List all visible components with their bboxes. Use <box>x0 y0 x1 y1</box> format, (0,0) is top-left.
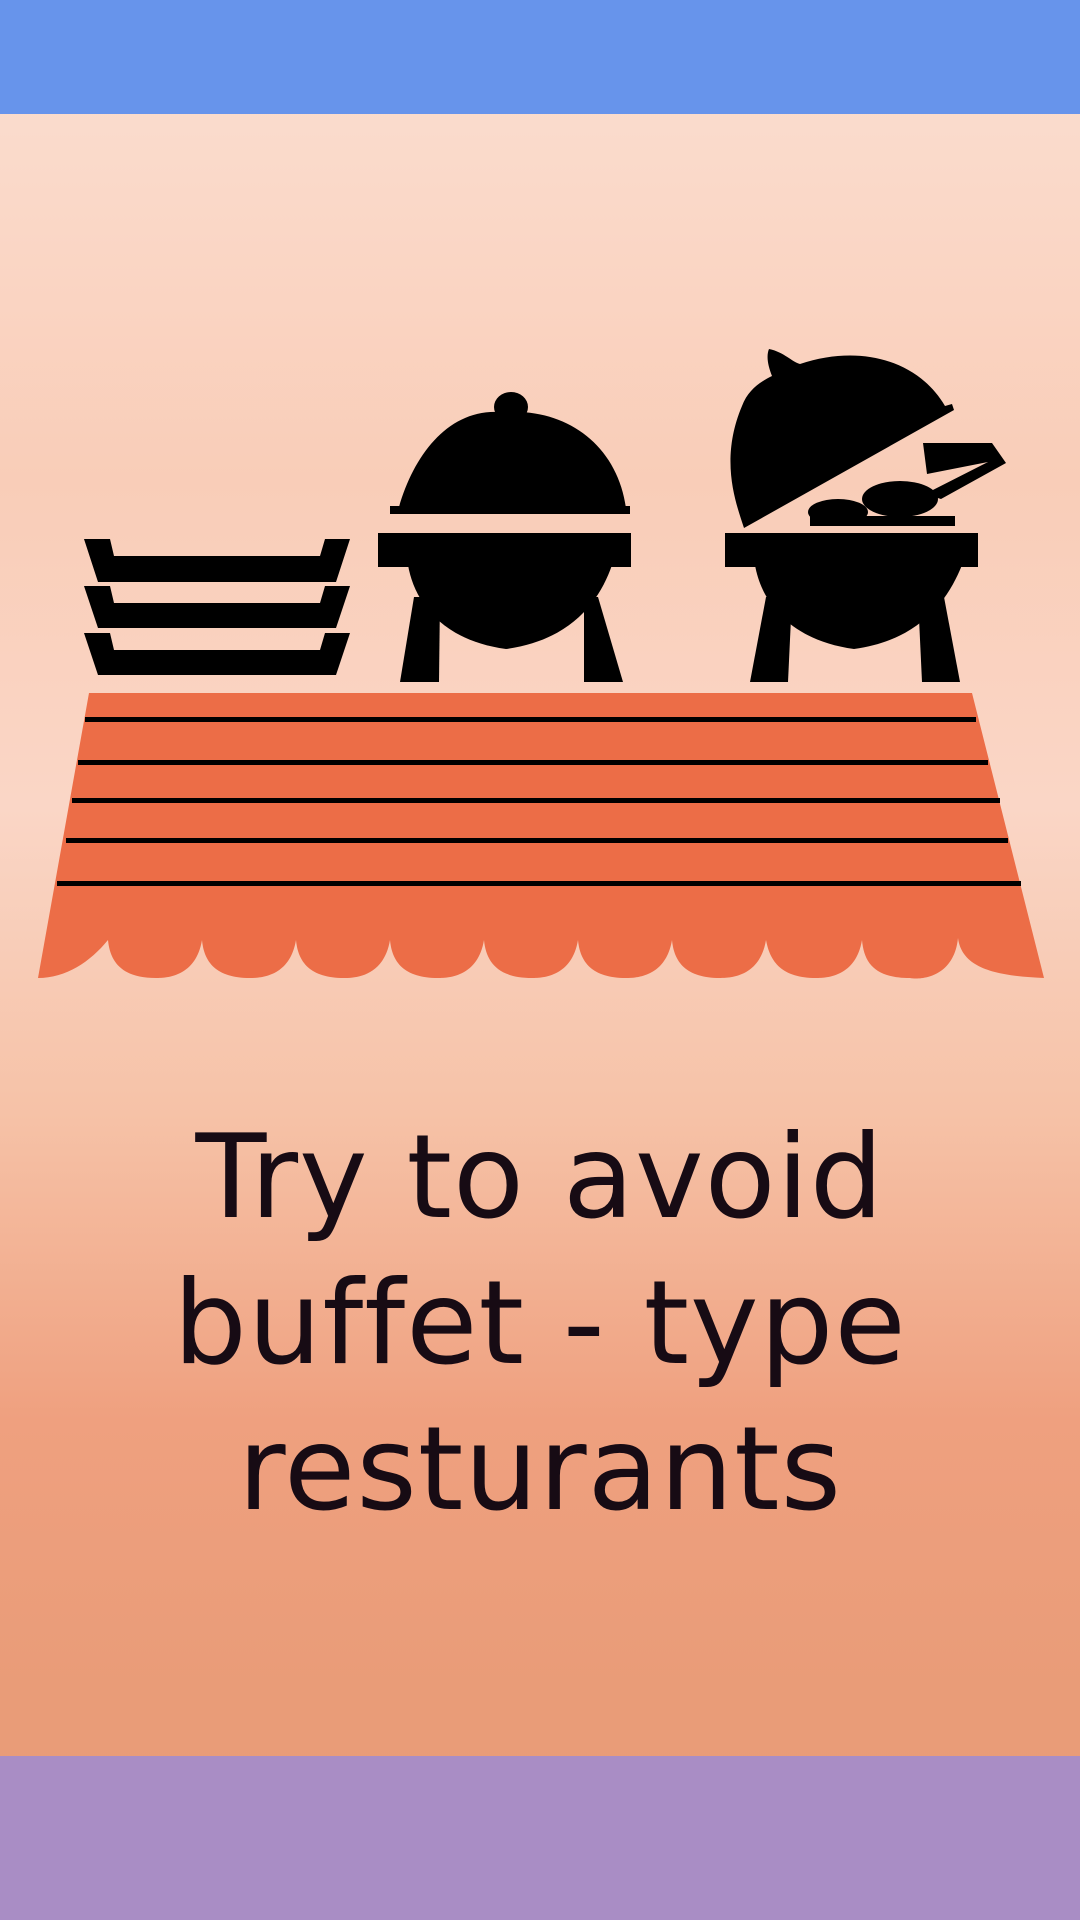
plate-stack-icon <box>84 539 350 675</box>
tip-card: Try to avoid buffet - type resturants <box>0 0 1080 1920</box>
buffet-table-icon <box>38 349 1044 979</box>
buffet-table <box>38 693 1044 979</box>
closed-dish-icon <box>378 392 631 682</box>
open-dish-icon <box>725 349 1006 682</box>
top-band <box>0 0 1080 114</box>
caption-line-2: buffet - type <box>173 1256 907 1391</box>
caption-line-3: resturants <box>237 1402 843 1537</box>
bottom-band <box>0 1756 1080 1920</box>
caption-line-1: Try to avoid <box>195 1110 885 1245</box>
tip-caption: Try to avoid buffet - type resturants <box>0 1105 1080 1543</box>
